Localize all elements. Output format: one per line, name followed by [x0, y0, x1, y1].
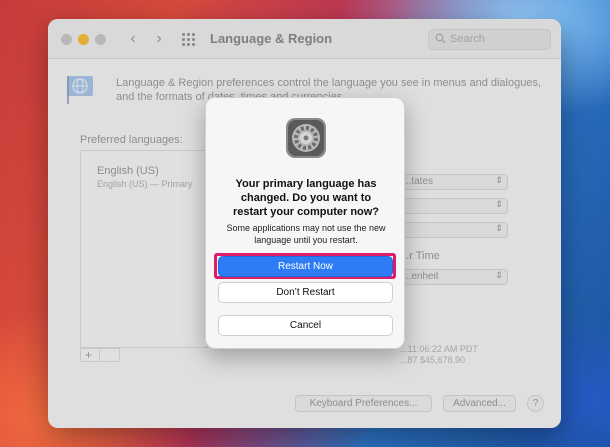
system-preferences-gear-icon [286, 118, 326, 158]
dialog-message: Some applications may not use the new la… [226, 223, 386, 245]
dont-restart-button[interactable]: Don’t Restart [218, 282, 393, 303]
restart-now-button[interactable]: Restart Now [218, 256, 393, 277]
cancel-button[interactable]: Cancel [218, 315, 393, 336]
dialog-title: Your primary language has changed. Do yo… [232, 178, 380, 218]
restart-dialog: Your primary language has changed. Do yo… [205, 97, 405, 349]
